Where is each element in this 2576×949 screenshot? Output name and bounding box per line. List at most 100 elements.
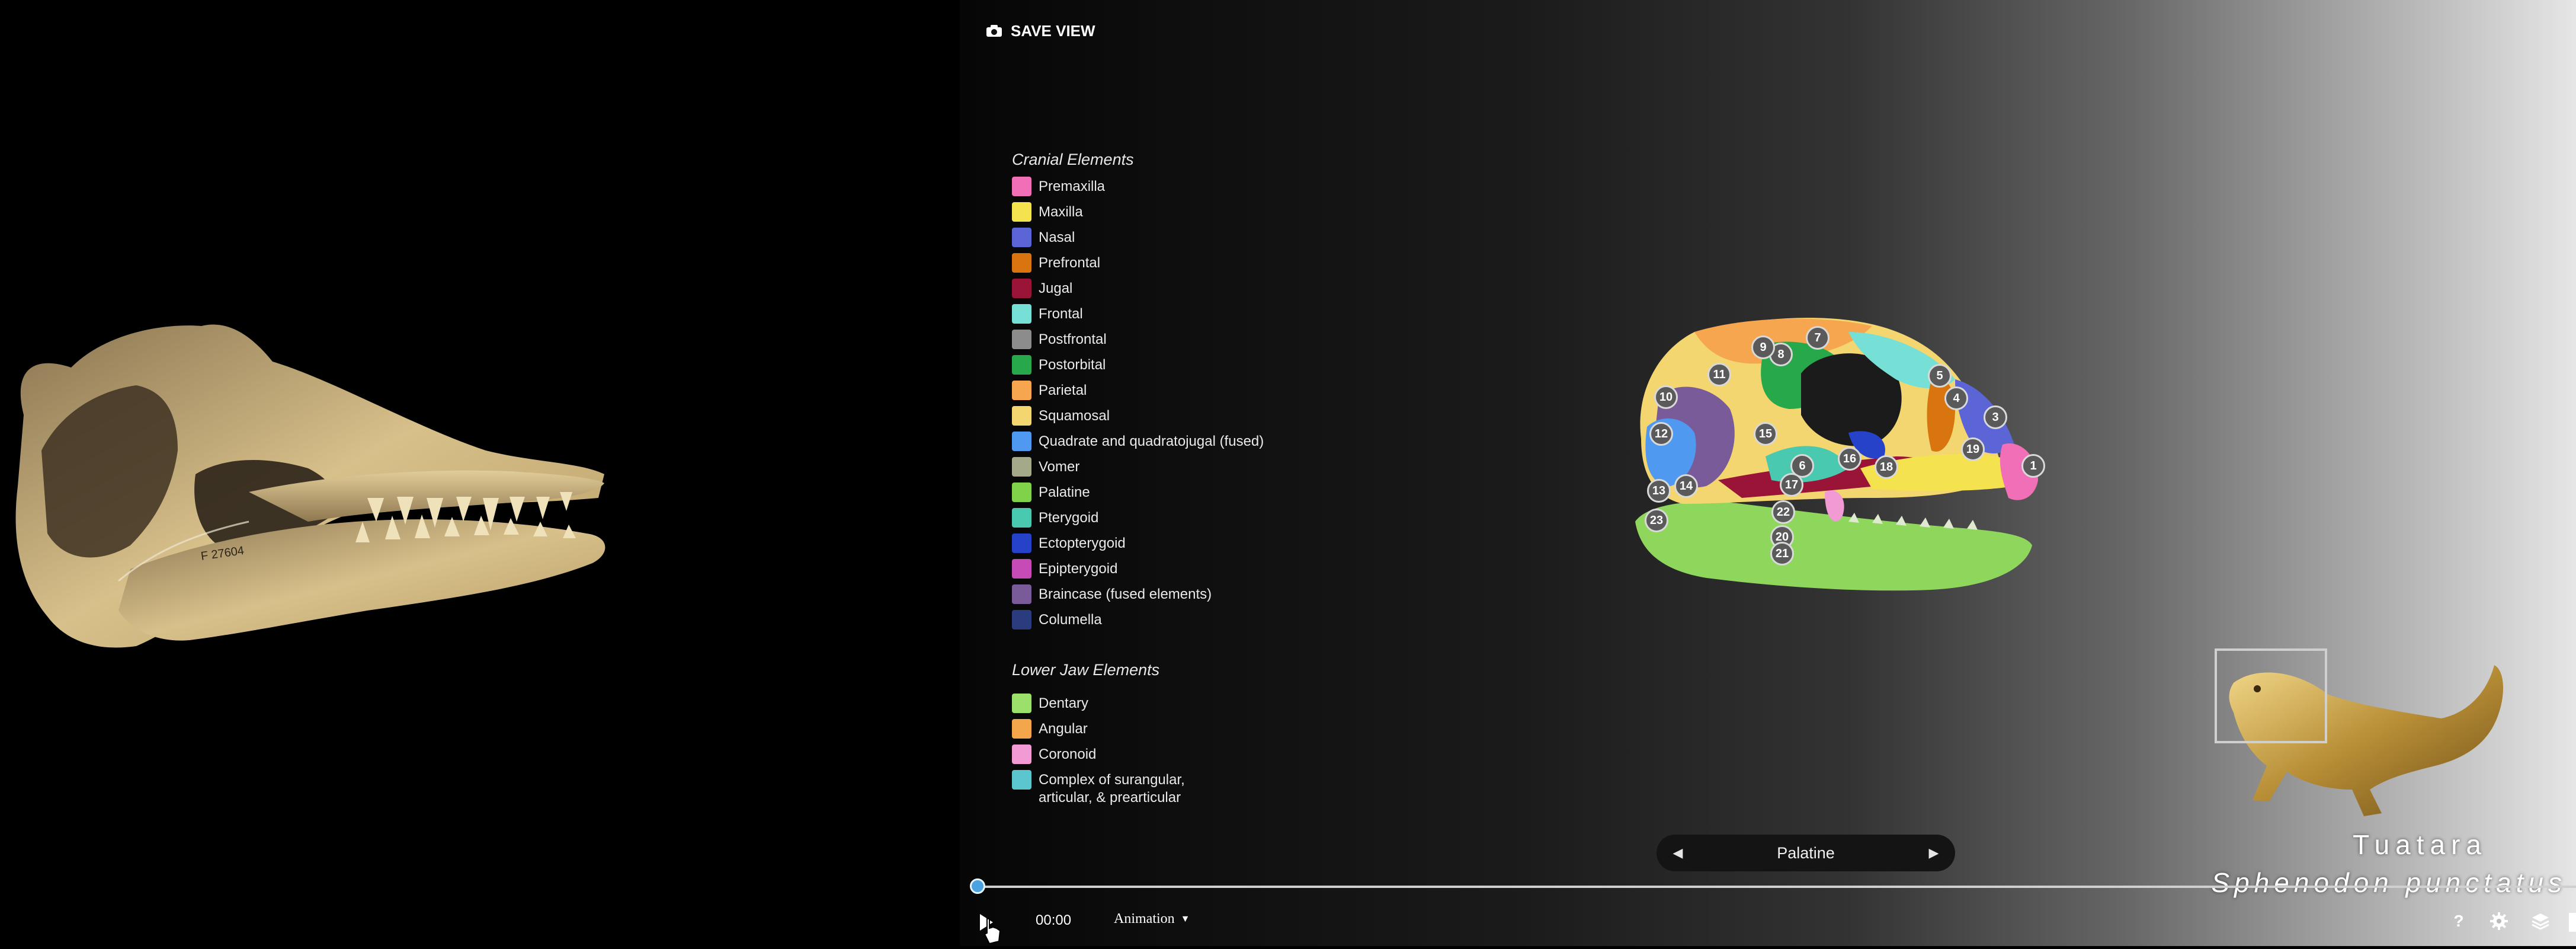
color-swatch <box>1012 177 1031 196</box>
legend-label: Dentary <box>1039 695 1089 711</box>
legend-item-pterygoid[interactable]: Pterygoid <box>1012 508 1098 528</box>
skull-label-3[interactable]: 3 <box>1984 405 2007 429</box>
legend-item-nasal[interactable]: Nasal <box>1012 228 1075 247</box>
color-swatch <box>1012 457 1031 477</box>
color-swatch <box>1012 330 1031 349</box>
color-swatch <box>1012 202 1031 222</box>
color-swatch <box>1012 253 1031 273</box>
legend-label: Prefrontal <box>1039 255 1101 271</box>
legend-item-quadrate[interactable]: Quadrate and quadratojugal (fused) <box>1012 432 1264 451</box>
playback-time: 00:00 <box>1036 912 1072 928</box>
scientific-name-label: Sphenodon punctatus <box>2211 867 2567 898</box>
legend-item-columella[interactable]: Columella <box>1012 610 1102 630</box>
legend-label: Postfrontal <box>1039 331 1107 347</box>
skull-label-13[interactable]: 13 <box>1647 479 1671 503</box>
color-swatch <box>1012 584 1031 604</box>
color-swatch <box>1012 744 1031 764</box>
save-view-button[interactable]: SAVE VIEW <box>986 20 1095 41</box>
color-swatch <box>1012 533 1031 553</box>
chevron-right-icon[interactable]: ▶ <box>1923 845 1944 861</box>
color-swatch <box>1012 355 1031 375</box>
skull-label-18[interactable]: 18 <box>1875 455 1898 479</box>
legend-label: Postorbital <box>1039 357 1106 373</box>
timeline-track[interactable] <box>978 886 2576 888</box>
legend-item-postfrontal[interactable]: Postfrontal <box>1012 330 1107 349</box>
cranial-elements-heading: Cranial Elements <box>1012 151 1134 168</box>
help-icon[interactable]: ? <box>2447 909 2471 933</box>
thumbnail-selection-frame[interactable] <box>2215 648 2327 743</box>
color-swatch <box>1012 610 1031 630</box>
color-swatch <box>1012 432 1031 451</box>
legend-item-coronoid[interactable]: Coronoid <box>1012 744 1096 764</box>
skull-label-19[interactable]: 19 <box>1961 437 1985 461</box>
legend-label: Parietal <box>1039 382 1087 398</box>
legend-label: Quadrate and quadratojugal (fused) <box>1039 433 1264 449</box>
legend-item-angular[interactable]: Angular <box>1012 719 1088 739</box>
color-swatch <box>1012 228 1031 247</box>
legend-label: Angular <box>1039 721 1088 737</box>
timeline-handle[interactable] <box>970 878 985 894</box>
skull-label-11[interactable]: 11 <box>1707 363 1731 386</box>
color-swatch <box>1012 559 1031 579</box>
legend-label: Nasal <box>1039 229 1075 245</box>
color-swatch <box>1012 483 1031 502</box>
element-navigator: ◀ Palatine ▶ <box>1657 835 1955 871</box>
skull-label-17[interactable]: 17 <box>1780 473 1803 497</box>
legend-item-ectopterygoid[interactable]: Ectopterygoid <box>1012 533 1126 553</box>
legend-item-frontal[interactable]: Frontal <box>1012 304 1083 324</box>
legend-label: Squamosal <box>1039 408 1110 424</box>
color-swatch <box>1012 406 1031 426</box>
layers-icon[interactable] <box>2529 909 2552 933</box>
specimen-photo-pane[interactable]: F 27604 <box>0 0 960 946</box>
legend-label: Coronoid <box>1039 746 1097 762</box>
skull-label-15[interactable]: 15 <box>1754 422 1777 446</box>
color-swatch <box>1012 770 1031 790</box>
gear-icon[interactable] <box>2487 909 2511 933</box>
legend-item-parietal[interactable]: Parietal <box>1012 381 1087 400</box>
skull-label-16[interactable]: 16 <box>1838 447 1861 471</box>
legend-label: Palatine <box>1039 484 1090 500</box>
skull-label-22[interactable]: 22 <box>1771 500 1795 524</box>
legend-item-jugal[interactable]: Jugal <box>1012 279 1072 298</box>
common-name-label: Tuatara <box>2353 829 2487 860</box>
camera-icon <box>986 25 1002 37</box>
chevron-left-icon[interactable]: ◀ <box>1667 845 1689 861</box>
color-swatch <box>1012 304 1031 324</box>
sidebar-edge-handle[interactable] <box>2569 913 2576 932</box>
skull-label-9[interactable]: 9 <box>1751 335 1775 359</box>
legend-item-palatine[interactable]: Palatine <box>1012 483 1090 502</box>
legend-item-squamosal[interactable]: Squamosal <box>1012 406 1110 426</box>
specimen-skull-photo: F 27604 <box>15 324 605 648</box>
legend-item-maxilla[interactable]: Maxilla <box>1012 202 1083 222</box>
legend-item-epipterygoid[interactable]: Epipterygoid <box>1012 559 1117 579</box>
skull-label-12[interactable]: 12 <box>1649 422 1673 446</box>
legend-label: Frontal <box>1039 306 1083 322</box>
skull-label-21[interactable]: 21 <box>1770 542 1794 565</box>
skull-label-23[interactable]: 23 <box>1645 509 1668 532</box>
animation-dropdown[interactable]: Animation ▼ <box>1114 911 1190 927</box>
legend-item-prefrontal[interactable]: Prefrontal <box>1012 253 1100 273</box>
legend-label: Epipterygoid <box>1039 561 1118 577</box>
save-view-label: SAVE VIEW <box>1011 21 1095 40</box>
legend-label-line2: articular, & prearticular <box>1039 790 1181 806</box>
skull-label-1[interactable]: 1 <box>2021 454 2045 478</box>
skull-label-14[interactable]: 14 <box>1674 474 1698 498</box>
lower-jaw-elements-heading: Lower Jaw Elements <box>1012 661 1160 679</box>
legend-item-premaxilla[interactable]: Premaxilla <box>1012 177 1105 196</box>
legend-item-braincase[interactable]: Braincase (fused elements) <box>1012 584 1212 604</box>
legend-label: Premaxilla <box>1039 178 1106 194</box>
legend-label: Columella <box>1039 612 1102 628</box>
legend-item-dentary[interactable]: Dentary <box>1012 694 1088 713</box>
mouse-cursor-icon <box>983 918 1001 945</box>
skull-label-7[interactable]: 7 <box>1806 326 1830 350</box>
skull-label-4[interactable]: 4 <box>1944 386 1968 410</box>
legend-item-postorbital[interactable]: Postorbital <box>1012 355 1106 375</box>
legend-label: Ectopterygoid <box>1039 535 1126 551</box>
skull-label-10[interactable]: 10 <box>1654 385 1678 409</box>
skull-label-5[interactable]: 5 <box>1928 364 1952 388</box>
color-swatch <box>1012 381 1031 400</box>
legend-label: Pterygoid <box>1039 510 1099 526</box>
legend-label: Vomer <box>1039 459 1080 475</box>
legend-item-vomer[interactable]: Vomer <box>1012 457 1079 477</box>
legend-item-surangular-complex[interactable]: Complex of surangular, articular, & prear… <box>1012 770 1185 807</box>
